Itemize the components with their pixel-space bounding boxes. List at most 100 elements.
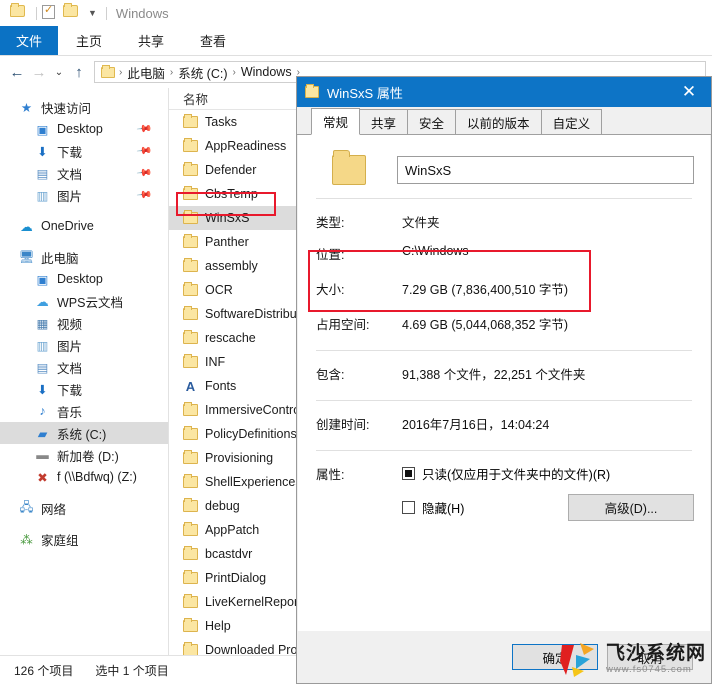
file-row-label: INF bbox=[205, 355, 226, 369]
field-size: 大小: 7.29 GB (7,836,400,510 字节) bbox=[314, 279, 694, 298]
folder-icon bbox=[183, 330, 198, 344]
readonly-label: 只读(仅应用于文件夹中的文件)(R) bbox=[422, 468, 611, 482]
sidebar-item-network[interactable]: 🖧 网络 bbox=[0, 497, 168, 519]
divider bbox=[316, 450, 692, 451]
sidebar-item-wps-cloud[interactable]: ☁ WPS云文档 bbox=[0, 290, 168, 312]
folder-icon bbox=[183, 162, 198, 176]
network-drive-disconnected-icon: ✖ bbox=[37, 470, 48, 485]
chevron-down-icon[interactable]: ⌄ bbox=[50, 61, 68, 83]
sidebar-item-pictures-pc[interactable]: ▥ 图片 bbox=[0, 334, 168, 356]
folder-name-row: WinSxS bbox=[314, 150, 694, 185]
file-row-label: OCR bbox=[205, 283, 233, 297]
file-row-label: Panther bbox=[205, 235, 249, 249]
hidden-checkbox[interactable] bbox=[402, 501, 415, 514]
desktop-icon: ▣ bbox=[36, 272, 49, 287]
readonly-checkbox-row[interactable]: 只读(仅应用于文件夹中的文件)(R) bbox=[402, 464, 694, 483]
tab-general[interactable]: 常规 bbox=[311, 108, 361, 135]
field-value: 4.69 GB (5,044,068,352 字节) bbox=[402, 318, 569, 332]
sidebar-item-this-pc[interactable]: 🖥 此电脑 bbox=[0, 246, 168, 268]
properties-icon[interactable] bbox=[42, 3, 58, 21]
field-type: 类型: 文件夹 bbox=[314, 212, 694, 231]
back-arrow-icon[interactable]: ← bbox=[6, 61, 28, 83]
up-arrow-icon[interactable]: ↑ bbox=[68, 61, 90, 83]
dialog-title-bar[interactable]: WinSxS 属性 ✕ bbox=[297, 77, 711, 107]
file-row-label: assembly bbox=[205, 259, 258, 273]
forward-arrow-icon[interactable]: → bbox=[28, 61, 50, 83]
sidebar-item-documents-pc[interactable]: ▤ 文档 bbox=[0, 356, 168, 378]
sidebar-item-new-volume-d[interactable]: ▬ 新加卷 (D:) bbox=[0, 444, 168, 466]
sidebar-item-music[interactable]: ♪ 音乐 bbox=[0, 400, 168, 422]
sidebar-item-label: 音乐 bbox=[57, 405, 83, 420]
sidebar-item-homegroup[interactable]: ⁂ 家庭组 bbox=[0, 528, 168, 550]
tab-share[interactable]: 共享 bbox=[120, 26, 182, 55]
chevron-down-icon[interactable]: ▼ bbox=[88, 8, 97, 18]
videos-icon: ▦ bbox=[36, 316, 49, 331]
documents-icon: ▤ bbox=[36, 166, 49, 181]
sidebar-item-desktop[interactable]: ▣ Desktop 📌 bbox=[0, 118, 168, 140]
folder-icon bbox=[183, 426, 198, 440]
sidebar-item-label: 网络 bbox=[41, 502, 67, 517]
sidebar-item-label: 图片 bbox=[57, 339, 83, 354]
file-row-label: Fonts bbox=[205, 379, 237, 393]
folder-icon bbox=[183, 258, 198, 272]
tab-previous-versions[interactable]: 以前的版本 bbox=[455, 109, 542, 134]
dialog-title: WinSxS 属性 bbox=[327, 85, 403, 101]
tab-view[interactable]: 查看 bbox=[182, 26, 244, 55]
sidebar-item-label: 此电脑 bbox=[41, 251, 79, 266]
pin-icon[interactable]: 📌 bbox=[135, 165, 152, 181]
documents-icon: ▤ bbox=[36, 360, 49, 375]
sidebar-item-videos[interactable]: ▦ 视频 bbox=[0, 312, 168, 334]
sidebar-item-network-drive-z[interactable]: ✖ f (\\Bdfwq) (Z:) bbox=[0, 466, 168, 488]
sidebar-item-downloads-pc[interactable]: ⬇ 下载 bbox=[0, 378, 168, 400]
field-label: 位置: bbox=[316, 248, 345, 262]
file-row-label: WinSxS bbox=[205, 211, 250, 225]
properties-dialog: WinSxS 属性 ✕ 常规 共享 安全 以前的版本 自定义 WinSxS 类型… bbox=[296, 76, 712, 684]
tab-customize[interactable]: 自定义 bbox=[540, 109, 603, 134]
breadcrumb-item-this-pc[interactable]: 此电脑 bbox=[123, 63, 169, 82]
pin-icon[interactable]: 📌 bbox=[135, 121, 152, 137]
pin-icon[interactable]: 📌 bbox=[135, 143, 152, 159]
sidebar-item-pc-desktop[interactable]: ▣ Desktop bbox=[0, 268, 168, 290]
file-row-label: Help bbox=[205, 619, 231, 633]
field-location: 位置: C:\Windows bbox=[314, 244, 694, 263]
tab-security[interactable]: 安全 bbox=[407, 109, 457, 134]
file-row-label: AppPatch bbox=[205, 523, 260, 537]
drive-icon: ▬ bbox=[36, 448, 49, 462]
folder-name-input[interactable]: WinSxS bbox=[397, 156, 694, 184]
star-pin-icon: ★ bbox=[20, 100, 33, 115]
field-value: 文件夹 bbox=[402, 216, 440, 230]
sidebar-item-onedrive[interactable]: ☁ OneDrive bbox=[0, 215, 168, 237]
attributes-label: 属性: bbox=[316, 468, 345, 482]
hidden-checkbox-row[interactable]: 隐藏(H) 高级(D)... bbox=[402, 494, 694, 521]
sidebar-item-pictures[interactable]: ▥ 图片 📌 bbox=[0, 184, 168, 206]
cancel-button[interactable]: 取消 bbox=[607, 644, 693, 670]
breadcrumb-item-windows[interactable]: Windows bbox=[237, 65, 296, 79]
tab-sharing[interactable]: 共享 bbox=[359, 109, 409, 134]
sidebar-item-downloads[interactable]: ⬇ 下载 📌 bbox=[0, 140, 168, 162]
file-row-label: CbsTemp bbox=[205, 187, 258, 201]
field-value: 2016年7月16日，14:04:24 bbox=[402, 418, 550, 432]
close-icon[interactable]: ✕ bbox=[667, 77, 711, 107]
file-row-label: debug bbox=[205, 499, 240, 513]
sidebar-item-system-c[interactable]: ▰ 系统 (C:) bbox=[0, 422, 168, 444]
sidebar-item-label: 视频 bbox=[57, 317, 83, 332]
sidebar-item-label: 下载 bbox=[57, 383, 83, 398]
sidebar-item-quick-access[interactable]: ★ 快速访问 bbox=[0, 96, 168, 118]
new-folder-icon[interactable] bbox=[63, 3, 79, 21]
tab-home[interactable]: 主页 bbox=[58, 26, 120, 55]
sidebar-item-documents[interactable]: ▤ 文档 📌 bbox=[0, 162, 168, 184]
tab-file[interactable]: 文件 bbox=[0, 26, 58, 55]
download-icon: ⬇ bbox=[37, 144, 48, 159]
pin-icon[interactable]: 📌 bbox=[135, 187, 152, 203]
readonly-checkbox[interactable] bbox=[402, 467, 415, 480]
field-created: 创建时间: 2016年7月16日，14:04:24 bbox=[314, 414, 694, 433]
sidebar-item-label: 下载 bbox=[57, 145, 83, 160]
file-row-label: Defender bbox=[205, 163, 257, 177]
toolbar-divider bbox=[36, 6, 37, 20]
toolbar-divider-2 bbox=[105, 6, 107, 20]
advanced-button[interactable]: 高级(D)... bbox=[568, 494, 694, 521]
folder-icon[interactable] bbox=[10, 3, 26, 21]
desktop-icon: ▣ bbox=[36, 122, 49, 137]
ok-button[interactable]: 确定 bbox=[512, 644, 598, 670]
breadcrumb-item-system-c[interactable]: 系统 (C:) bbox=[174, 63, 231, 82]
